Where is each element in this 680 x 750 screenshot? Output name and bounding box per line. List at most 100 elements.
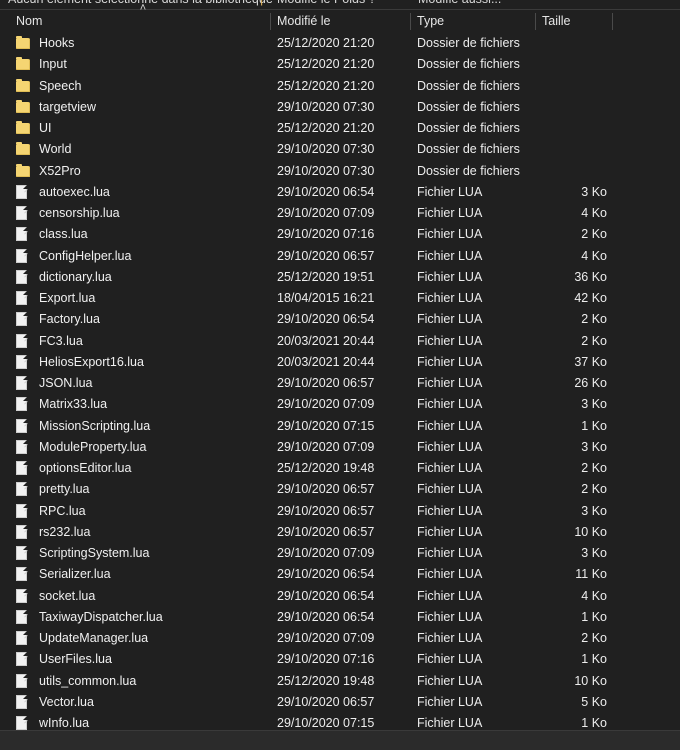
- cell-name[interactable]: RPC.lua: [16, 501, 268, 522]
- table-row[interactable]: rs232.lua 29/10/2020 06:57 Fichier LUA 10 K…: [0, 522, 680, 543]
- cell-name[interactable]: ModuleProperty.lua: [16, 437, 268, 458]
- file-name-label: FC3.lua: [39, 333, 83, 348]
- table-row[interactable]: Hooks 25/12/2020 21:20 Dossier de fichiers: [0, 33, 680, 54]
- cell-type: Fichier LUA: [417, 227, 483, 242]
- table-row[interactable]: socket.lua 29/10/2020 06:54 Fichier LUA 4 K…: [0, 586, 680, 607]
- table-row[interactable]: Factory.lua 29/10/2020 06:54 Fichier LUA 2 …: [0, 309, 680, 330]
- file-name-label: Hooks: [39, 36, 75, 50]
- table-row[interactable]: Serializer.lua 29/10/2020 06:54 Fichier LU…: [0, 564, 680, 585]
- cell-name[interactable]: wInfo.lua: [16, 713, 268, 730]
- cell-name[interactable]: optionsEditor.lua: [16, 458, 268, 479]
- text-cursor-icon: |: [260, 0, 263, 9]
- file-icon: [16, 524, 27, 539]
- cell-name[interactable]: Input: [16, 54, 268, 75]
- cell-name[interactable]: censorship.lua: [16, 203, 268, 224]
- cell-modified: 29/10/2020 07:09: [277, 397, 375, 412]
- cell-name[interactable]: pretty.lua: [16, 479, 268, 500]
- cell-name[interactable]: HeliosExport16.lua: [16, 352, 268, 373]
- file-name-label: UI: [39, 121, 52, 135]
- column-header-size[interactable]: Taille: [536, 10, 613, 33]
- cell-name[interactable]: X52Pro: [16, 161, 268, 182]
- table-row[interactable]: Speech 25/12/2020 21:20 Dossier de fichier…: [0, 76, 680, 97]
- sort-ascending-icon: ˄: [139, 2, 147, 14]
- table-row[interactable]: Matrix33.lua 29/10/2020 07:09 Fichier LUA 3…: [0, 394, 680, 415]
- cell-size: 2 Ko: [581, 482, 607, 497]
- cell-name[interactable]: Vector.lua: [16, 692, 268, 713]
- cell-name[interactable]: utils_common.lua: [16, 671, 268, 692]
- cell-name[interactable]: MissionScripting.lua: [16, 416, 268, 437]
- column-header-extra[interactable]: [613, 10, 680, 33]
- cell-modified: 29/10/2020 07:16: [277, 652, 375, 667]
- table-row[interactable]: Vector.lua 29/10/2020 06:57 Fichier LUA 5 K…: [0, 692, 680, 713]
- table-row[interactable]: MissionScripting.lua 29/10/2020 07:15 Fich…: [0, 416, 680, 437]
- cell-name[interactable]: Speech: [16, 76, 268, 97]
- cell-type: Dossier de fichiers: [417, 78, 520, 93]
- table-row[interactable]: JSON.lua 29/10/2020 06:57 Fichier LUA 26 Ko: [0, 373, 680, 394]
- table-row[interactable]: HeliosExport16.lua 20/03/2021 20:44 Fichie…: [0, 352, 680, 373]
- file-icon: [16, 354, 27, 369]
- cell-name[interactable]: class.lua: [16, 224, 268, 245]
- column-header-type[interactable]: Type: [411, 10, 536, 33]
- cell-name[interactable]: UserFiles.lua: [16, 649, 268, 670]
- table-row[interactable]: pretty.lua 29/10/2020 06:57 Fichier LUA 2 K…: [0, 479, 680, 500]
- cell-modified: 29/10/2020 06:54: [277, 312, 375, 327]
- table-row[interactable]: ScriptingSystem.lua 29/10/2020 07:09 Fichi…: [0, 543, 680, 564]
- table-row[interactable]: wInfo.lua 29/10/2020 07:15 Fichier LUA 1 Ko: [0, 713, 680, 730]
- table-row[interactable]: autoexec.lua 29/10/2020 06:54 Fichier LUA 3…: [0, 182, 680, 203]
- cell-name[interactable]: TaxiwayDispatcher.lua: [16, 607, 268, 628]
- cell-name[interactable]: rs232.lua: [16, 522, 268, 543]
- table-row[interactable]: RPC.lua 29/10/2020 06:57 Fichier LUA 3 Ko: [0, 501, 680, 522]
- cell-name[interactable]: socket.lua: [16, 586, 268, 607]
- cell-name[interactable]: JSON.lua: [16, 373, 268, 394]
- cell-name[interactable]: Hooks: [16, 33, 268, 54]
- table-row[interactable]: World 29/10/2020 07:30 Dossier de fichiers: [0, 139, 680, 160]
- table-row[interactable]: censorship.lua 29/10/2020 07:09 Fichier LU…: [0, 203, 680, 224]
- cell-size: 10 Ko: [574, 673, 607, 688]
- cell-name[interactable]: dictionary.lua: [16, 267, 268, 288]
- cell-size: 36 Ko: [574, 269, 607, 284]
- cell-name[interactable]: Matrix33.lua: [16, 394, 268, 415]
- cell-modified: 29/10/2020 06:57: [277, 248, 375, 263]
- file-name-label: wInfo.lua: [39, 716, 90, 730]
- table-row[interactable]: ConfigHelper.lua 29/10/2020 06:57 Fichier …: [0, 246, 680, 267]
- cell-name[interactable]: Export.lua: [16, 288, 268, 309]
- table-row[interactable]: utils_common.lua 25/12/2020 19:48 Fichier …: [0, 671, 680, 692]
- table-row[interactable]: FC3.lua 20/03/2021 20:44 Fichier LUA 2 Ko: [0, 331, 680, 352]
- cell-name[interactable]: UpdateManager.lua: [16, 628, 268, 649]
- table-row[interactable]: targetview 29/10/2020 07:30 Dossier de fic…: [0, 97, 680, 118]
- cell-name[interactable]: FC3.lua: [16, 331, 268, 352]
- file-icon: [16, 503, 27, 518]
- cell-name[interactable]: World: [16, 139, 268, 160]
- table-row[interactable]: X52Pro 29/10/2020 07:30 Dossier de fichier…: [0, 161, 680, 182]
- cell-type: Dossier de fichiers: [417, 163, 520, 178]
- cell-name[interactable]: ConfigHelper.lua: [16, 246, 268, 267]
- cell-name[interactable]: Factory.lua: [16, 309, 268, 330]
- table-row[interactable]: UI 25/12/2020 21:20 Dossier de fichiers: [0, 118, 680, 139]
- table-row[interactable]: UserFiles.lua 29/10/2020 07:16 Fichier LUA…: [0, 649, 680, 670]
- file-name-label: socket.lua: [39, 588, 96, 603]
- cell-name[interactable]: Serializer.lua: [16, 564, 268, 585]
- column-header-name[interactable]: Nom ˄: [6, 2, 271, 33]
- column-header-modified[interactable]: Modifié le: [271, 10, 411, 33]
- table-row[interactable]: optionsEditor.lua 25/12/2020 19:48 Fichier…: [0, 458, 680, 479]
- table-row[interactable]: class.lua 29/10/2020 07:16 Fichier LUA 2 Ko: [0, 224, 680, 245]
- table-row[interactable]: ModuleProperty.lua 29/10/2020 07:09 Fichie…: [0, 437, 680, 458]
- cell-size: 4 Ko: [581, 206, 607, 220]
- file-name-label: Serializer.lua: [39, 567, 111, 582]
- table-row[interactable]: Input 25/12/2020 21:20 Dossier de fichiers: [0, 54, 680, 75]
- cell-name[interactable]: autoexec.lua: [16, 182, 268, 203]
- file-name-label: Matrix33.lua: [39, 397, 108, 412]
- cell-modified: 29/10/2020 06:54: [277, 567, 375, 582]
- table-row[interactable]: dictionary.lua 25/12/2020 19:51 Fichier LU…: [0, 267, 680, 288]
- table-row[interactable]: Export.lua 18/04/2015 16:21 Fichier LUA 42 …: [0, 288, 680, 309]
- file-name-label: utils_common.lua: [39, 673, 137, 688]
- cell-modified: 29/10/2020 07:09: [277, 546, 375, 560]
- cell-size: [536, 33, 607, 54]
- file-list[interactable]: Hooks 25/12/2020 21:20 Dossier de fichiers…: [0, 33, 680, 730]
- cell-modified: 25/12/2020 21:20: [277, 121, 375, 135]
- cell-name[interactable]: UI: [16, 118, 268, 139]
- cell-name[interactable]: ScriptingSystem.lua: [16, 543, 268, 564]
- table-row[interactable]: TaxiwayDispatcher.lua 29/10/2020 06:54 Fic…: [0, 607, 680, 628]
- table-row[interactable]: UpdateManager.lua 29/10/2020 07:09 Fichier…: [0, 628, 680, 649]
- cell-name[interactable]: targetview: [16, 97, 268, 118]
